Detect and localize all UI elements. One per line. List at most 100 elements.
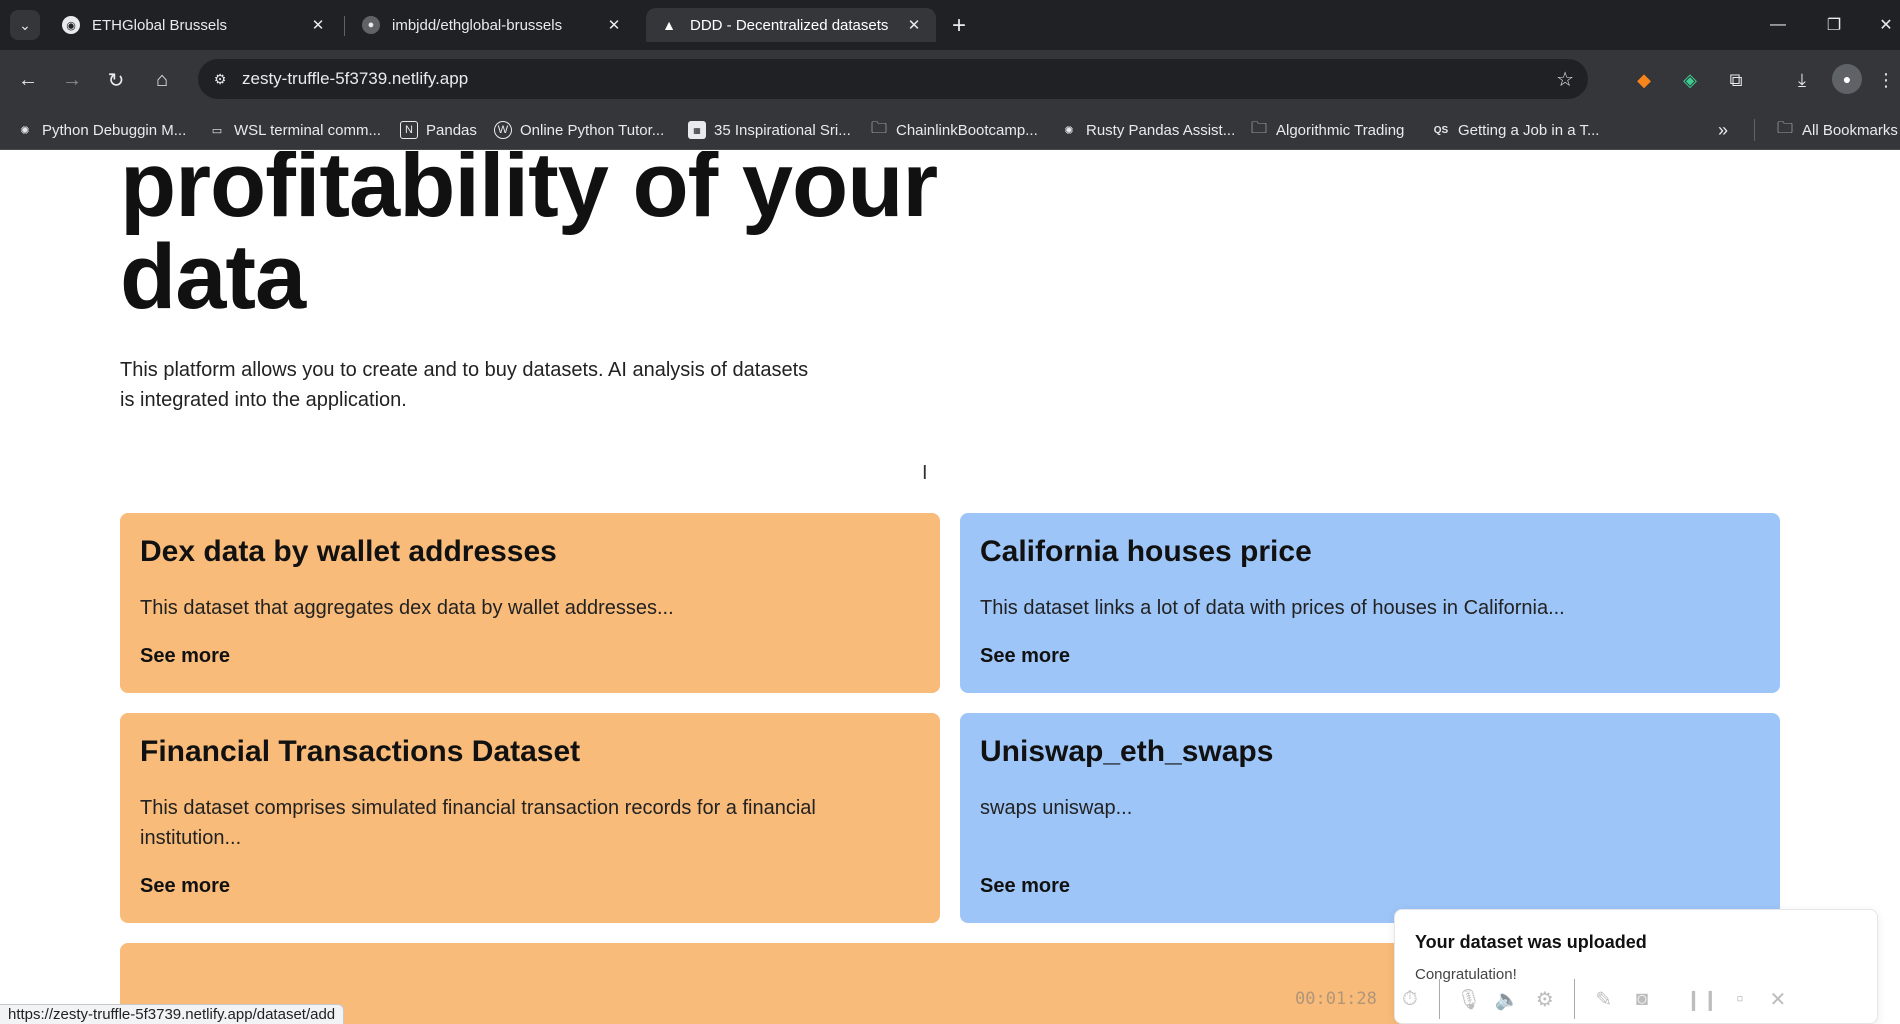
address-url: zesty-truffle-5f3739.netlify.app (242, 69, 469, 88)
close-tab-icon[interactable]: ✕ (904, 15, 924, 35)
link-status-bar: https://zesty-truffle-5f3739.netlify.app… (0, 1004, 345, 1024)
text-cursor-icon: I (922, 462, 928, 484)
bookmark-item[interactable]: 🗀 Algorithmic Trading (1250, 119, 1404, 141)
forward-icon[interactable]: → (56, 64, 88, 96)
hero-heading: profitability of your data (120, 151, 938, 328)
close-window-icon[interactable]: ✕ (1864, 8, 1900, 42)
bookmark-divider (1754, 119, 1755, 141)
extension-layers-icon[interactable]: ◈ (1674, 64, 1706, 96)
tab-divider (344, 16, 345, 36)
openai-icon: ✺ (20, 124, 30, 137)
see-more-link[interactable]: See more (140, 875, 230, 898)
extensions-puzzle-icon[interactable]: ⧉ (1720, 64, 1752, 96)
back-icon[interactable]: ← (12, 64, 44, 96)
timer-icon[interactable]: ⏱ (1391, 980, 1429, 1018)
bookmark-label: ChainlinkBootcamp... (896, 121, 1038, 139)
bookmark-item[interactable]: N Pandas (400, 119, 477, 141)
ethglobal-icon: ◉ (62, 16, 80, 34)
tab-title: imbjdd/ethglobal-brussels (392, 16, 563, 34)
tab-search-chevron-icon[interactable]: ⌄ (10, 10, 40, 40)
tab-title: DDD - Decentralized datasets (690, 16, 889, 34)
dataset-title: California houses price (980, 535, 1312, 568)
bookmark-item[interactable]: 🗀 ChainlinkBootcamp... (870, 119, 1038, 141)
tab-title: ETHGlobal Brussels (92, 16, 228, 34)
bookmark-item[interactable]: ▦ 35 Inspirational Sri... (688, 119, 851, 141)
close-tab-icon[interactable]: ✕ (308, 15, 328, 35)
dataset-description: swaps uniswap... (980, 797, 1133, 819)
wordpress-icon: W (494, 121, 512, 139)
dataset-card[interactable]: Financial Transactions Dataset This data… (120, 713, 940, 923)
bookmark-item[interactable]: W Online Python Tutor... (494, 119, 664, 141)
dataset-card[interactable]: California houses price This dataset lin… (960, 513, 1780, 693)
site-icon: ▦ (688, 121, 706, 139)
bookmark-label: Algorithmic Trading (1276, 121, 1405, 139)
reload-icon[interactable]: ↻ (100, 64, 132, 96)
tab-strip: ⌄ ◉ ETHGlobal Brussels ✕ ● imbjdd/ethglo… (0, 0, 1900, 50)
intro-text: This platform allows you to create and t… (120, 359, 809, 411)
bookmark-label: 35 Inspirational Sri... (714, 121, 851, 139)
more-bookmarks-icon[interactable]: » (1718, 119, 1728, 141)
bookmark-label: WSL terminal comm... (234, 121, 381, 139)
speaker-icon[interactable]: 🔈 (1488, 980, 1526, 1018)
dataset-card[interactable]: Dex data by wallet addresses This datase… (120, 513, 940, 693)
microphone-icon[interactable]: 🎙 (1450, 980, 1488, 1018)
bookmarks-bar: ✺ Python Debuggin M... ▭ WSL terminal co… (0, 110, 1900, 150)
hero-line: data (120, 226, 306, 328)
see-more-link[interactable]: See more (980, 875, 1070, 898)
bookmark-item[interactable]: ✺ Rusty Pandas Assist... (1060, 119, 1235, 141)
tab-ethglobal[interactable]: ◉ ETHGlobal Brussels ✕ (48, 8, 340, 42)
minimize-icon[interactable]: — (1756, 8, 1800, 42)
close-recorder-icon[interactable]: ✕ (1759, 980, 1797, 1018)
restore-icon[interactable]: ❐ (1812, 8, 1856, 42)
github-icon: ● (362, 16, 380, 34)
profile-avatar[interactable]: ● (1832, 64, 1862, 94)
bookmark-label: Getting a Job in a T... (1458, 121, 1600, 139)
all-bookmarks[interactable]: 🗀 All Bookmarks (1776, 119, 1898, 141)
tab-github[interactable]: ● imbjdd/ethglobal-brussels ✕ (348, 8, 636, 42)
folder-icon: 🗀 (1776, 119, 1793, 137)
new-tab-icon[interactable]: + (945, 12, 973, 40)
bookmark-item[interactable]: ✺ Python Debuggin M... (16, 119, 186, 141)
bookmark-label: Pandas (426, 121, 477, 139)
pen-icon[interactable]: ✎ (1585, 980, 1623, 1018)
see-more-link[interactable]: See more (980, 645, 1070, 668)
home-icon[interactable]: ⌂ (146, 64, 178, 96)
folder-icon: 🗀 (1250, 119, 1267, 137)
settings-gear-icon[interactable]: ⚙ (1526, 980, 1564, 1018)
dataset-description: This dataset links a lot of data with pr… (980, 597, 1565, 619)
bookmark-item[interactable]: ▭ WSL terminal comm... (208, 119, 381, 141)
page-content: profitability of your data This platform… (0, 151, 1900, 1024)
browser-toolbar: ← → ↻ ⌂ ⚙ zesty-truffle-5f3739.netlify.a… (0, 50, 1900, 110)
toast-title: Your dataset was uploaded (1415, 932, 1647, 952)
hero-line: profitability of your (120, 151, 938, 236)
bookmark-label: Online Python Tutor... (520, 121, 665, 139)
address-bar[interactable]: ⚙ zesty-truffle-5f3739.netlify.app ☆ (198, 59, 1588, 99)
metamask-icon[interactable]: ◆ (1628, 64, 1660, 96)
keyboard-icon: ▭ (211, 124, 223, 137)
dataset-title: Financial Transactions Dataset (140, 735, 581, 768)
dataset-description: This dataset comprises simulated financi… (140, 797, 816, 849)
bookmark-label: All Bookmarks (1802, 121, 1898, 139)
screen-recorder-bar: 00:01:28 ⏱ 🎙 🔈 ⚙ ✎ ◙ ❙❙ ▫ ✕ (1275, 974, 1900, 1024)
site-settings-icon[interactable]: ⚙ (208, 67, 232, 91)
bookmark-star-icon[interactable]: ☆ (1556, 67, 1574, 92)
qs-icon: QS (1433, 124, 1449, 136)
bookmark-label: Python Debuggin M... (42, 121, 187, 139)
close-tab-icon[interactable]: ✕ (604, 15, 624, 35)
more-menu-icon[interactable]: ⋮ (1876, 64, 1896, 96)
notion-icon: N (400, 121, 418, 139)
netlify-triangle-icon: ▲ (662, 17, 676, 33)
recorder-divider (1438, 979, 1440, 1019)
dataset-card[interactable]: Uniswap_eth_swaps swaps uniswap... See m… (960, 713, 1780, 923)
recorder-divider (1573, 979, 1575, 1019)
pause-icon[interactable]: ❙❙ (1683, 980, 1721, 1018)
see-more-link[interactable]: See more (140, 645, 230, 668)
download-icon[interactable]: ⤓ (1786, 64, 1818, 96)
recording-timer: 00:01:28 (1295, 989, 1377, 1009)
folder-icon: 🗀 (870, 119, 887, 137)
camera-icon[interactable]: ◙ (1623, 980, 1661, 1018)
dataset-description: This dataset that aggregates dex data by… (140, 597, 674, 619)
tab-ddd[interactable]: ▲ DDD - Decentralized datasets ✕ (646, 8, 936, 42)
bookmark-item[interactable]: QS Getting a Job in a T... (1432, 119, 1600, 141)
stop-icon[interactable]: ▫ (1721, 980, 1759, 1018)
